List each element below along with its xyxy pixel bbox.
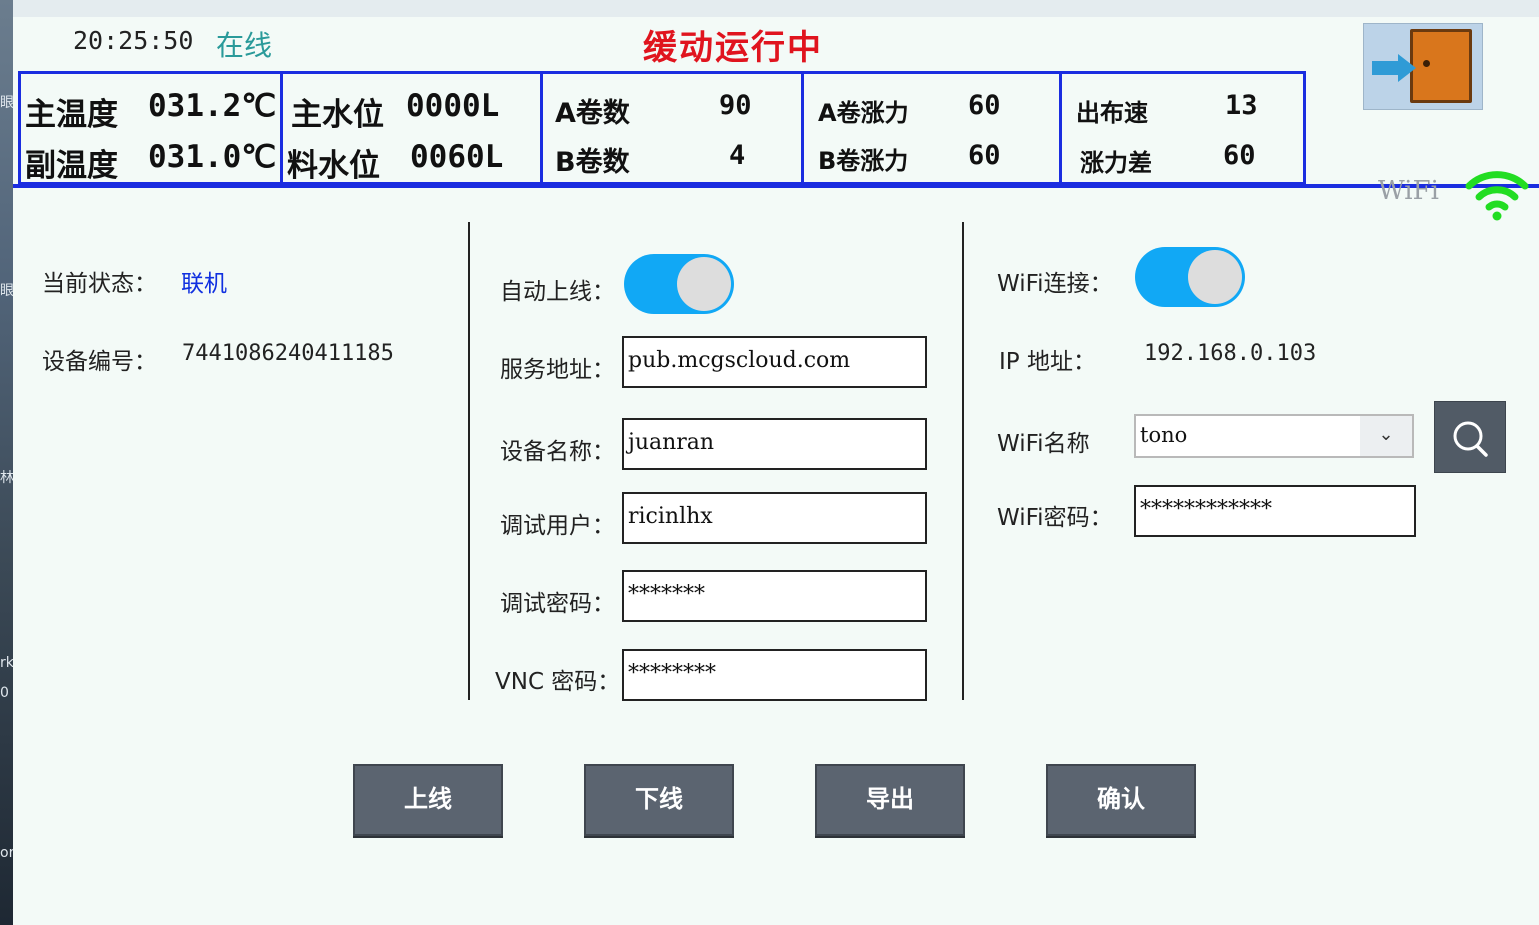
exit-arrow-head-icon — [1398, 54, 1416, 82]
toggle-knob — [1188, 250, 1242, 304]
serial-label: 设备编号： — [42, 349, 157, 375]
desktop-edge-glyph: 0 — [0, 685, 9, 701]
exit-button[interactable] — [1363, 23, 1483, 110]
wifi-name-value: tono — [1140, 423, 1188, 447]
a-tension-label: A卷涨力 — [818, 99, 909, 127]
server-address-input[interactable]: pub.mcgscloud.com — [622, 336, 927, 388]
debug-password-input[interactable]: ******* — [622, 570, 927, 622]
chevron-down-icon[interactable]: ⌄ — [1360, 416, 1412, 456]
online-status: 在线 — [216, 29, 273, 62]
desktop-edge-glyph: rk — [0, 655, 13, 671]
speed-cell: 出布速 13 涨力差 60 — [1062, 74, 1302, 182]
a-tension-value: 60 — [968, 90, 1001, 121]
output-speed-label: 出布速 — [1076, 99, 1148, 127]
wifi-connect-toggle[interactable] — [1135, 247, 1245, 307]
exit-arrow-icon — [1372, 61, 1400, 75]
vnc-pass-label: VNC 密码： — [495, 669, 621, 695]
tension-diff-value: 60 — [1223, 140, 1256, 171]
b-rolls-label: B卷数 — [555, 147, 630, 178]
status-label: 当前状态： — [42, 271, 157, 297]
sub-temp-label: 副温度 — [25, 148, 118, 184]
desktop-edge-glyph: or — [0, 845, 13, 861]
desktop-edge-glyph: 眼 — [0, 283, 13, 299]
debug-pass-label: 调试密码： — [500, 591, 615, 617]
ip-value: 192.168.0.103 — [1144, 341, 1317, 366]
door-icon — [1410, 29, 1472, 103]
auto-online-toggle[interactable] — [624, 254, 734, 314]
search-icon — [1453, 421, 1488, 457]
output-speed-value: 13 — [1225, 90, 1258, 121]
column-divider — [468, 222, 470, 700]
wifi-search-button[interactable] — [1434, 401, 1506, 473]
serial-value: 7441086240411185 — [182, 341, 394, 366]
vnc-password-input[interactable]: ******** — [622, 649, 927, 701]
water-level-cell: 主水位 0000L 料水位 0060L — [283, 74, 543, 184]
wifi-pass-label: WiFi密码： — [997, 505, 1113, 531]
export-button[interactable]: 导出 — [815, 764, 965, 836]
offline-button[interactable]: 下线 — [584, 764, 734, 836]
confirm-button[interactable]: 确认 — [1046, 764, 1196, 836]
clock: 20:25:50 — [73, 26, 194, 55]
main-water-label: 主水位 — [291, 97, 384, 133]
b-rolls-value: 4 — [729, 140, 746, 171]
a-rolls-label: A卷数 — [555, 98, 630, 129]
wifi-connect-label: WiFi连接： — [997, 271, 1113, 297]
hmi-screen: 20:25:50 在线 缓动运行中 主温度 031.2℃ 副温度 031.0℃ … — [13, 0, 1539, 925]
status-value: 联机 — [181, 271, 227, 297]
sub-temp-value: 031.0℃ — [148, 139, 277, 175]
wifi-password-input[interactable]: ************ — [1134, 485, 1416, 537]
online-button[interactable]: 上线 — [353, 764, 503, 836]
status-bar: 主温度 031.2℃ 副温度 031.0℃ 主水位 0000L 料水位 0060… — [18, 71, 1306, 185]
debug-user-input[interactable]: ricinlhx — [622, 492, 927, 544]
main-temp-label: 主温度 — [25, 97, 118, 133]
wifi-signal-icon — [1465, 171, 1529, 221]
device-name-label: 设备名称： — [500, 439, 615, 465]
device-name-input[interactable]: juanran — [622, 418, 927, 470]
tension-diff-label: 涨力差 — [1080, 149, 1152, 177]
main-water-value: 0000L — [406, 88, 500, 124]
feed-water-label: 料水位 — [287, 148, 380, 184]
desktop-edge-glyph: 林 — [0, 470, 13, 486]
server-label: 服务地址： — [500, 357, 615, 383]
main-temp-value: 031.2℃ — [148, 88, 277, 124]
status-bar-rule — [13, 184, 1539, 188]
desktop-background-edge: 眼 眼 林 rk 0 or — [0, 0, 13, 925]
ip-label: IP 地址： — [999, 349, 1096, 375]
b-tension-value: 60 — [968, 140, 1001, 171]
toggle-knob — [677, 257, 731, 311]
a-rolls-value: 90 — [719, 90, 752, 121]
roll-count-cell: A卷数 90 B卷数 4 — [543, 74, 804, 182]
wifi-name-label: WiFi名称 — [997, 431, 1090, 457]
window-top-strip — [13, 0, 1539, 17]
feed-water-value: 0060L — [410, 139, 504, 175]
desktop-edge-glyph: 眼 — [0, 95, 13, 111]
b-tension-label: B卷涨力 — [818, 147, 909, 175]
debug-user-label: 调试用户： — [500, 513, 615, 539]
auto-online-label: 自动上线： — [500, 279, 615, 305]
temperature-cell: 主温度 031.2℃ 副温度 031.0℃ — [21, 74, 283, 184]
column-divider — [962, 222, 964, 700]
wifi-indicator-label: WiFi — [1378, 176, 1439, 206]
wifi-name-select[interactable]: tono ⌄ — [1134, 414, 1414, 458]
tension-cell: A卷涨力 60 B卷涨力 60 — [804, 74, 1062, 182]
run-state-banner: 缓动运行中 — [643, 28, 823, 68]
